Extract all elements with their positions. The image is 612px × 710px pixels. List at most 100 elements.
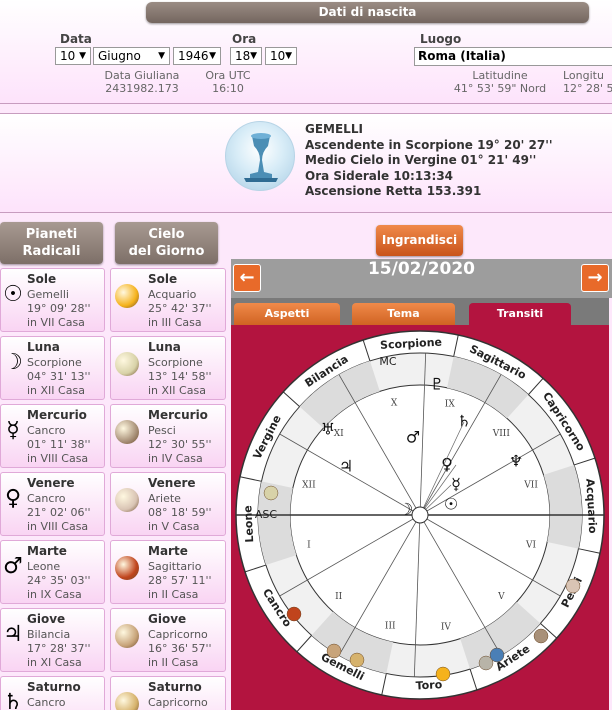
radicale-card-luna: ☽ Luna Scorpione 04° 31' 13'' in XII Casa	[0, 336, 105, 400]
date-label: Data	[60, 32, 92, 46]
planet-degree: 28° 57' 11''	[148, 574, 212, 587]
cielo-card-giove: Giove Capricorno 16° 36' 57'' in II Casa	[110, 608, 226, 672]
month-select[interactable]: Giugno ▼	[93, 47, 170, 65]
minute-select[interactable]: 10 ▼	[265, 47, 297, 65]
year-select[interactable]: 1946 ▼	[173, 47, 221, 65]
planet-degree: 25° 42' 37''	[148, 302, 212, 315]
mc-label: MC	[379, 355, 396, 368]
planet-sign: Pesci	[148, 424, 176, 437]
planet-house: in III Casa	[148, 316, 202, 329]
planet-name: Saturno	[27, 680, 81, 694]
natal-planet-glyph: ♃	[339, 457, 353, 476]
tab-tema[interactable]: Tema	[352, 303, 455, 325]
zodiac-sign-label: Toro	[415, 678, 443, 692]
planet-name: Luna	[148, 340, 181, 354]
cielo-header: Cielo del Giorno	[115, 222, 218, 264]
gemini-sign-image	[225, 121, 295, 191]
transit-planet-icon	[263, 485, 279, 501]
planet-name: Mercurio	[148, 408, 208, 422]
enlarge-button[interactable]: Ingrandisci	[376, 225, 463, 256]
planet-house: in IV Casa	[148, 452, 203, 465]
venere-glyph-icon: ♀	[4, 486, 22, 511]
radicali-header: Pianeti Radicali	[0, 222, 103, 264]
planet-degree: 19° 09' 28''	[27, 302, 91, 315]
transit-planet-icon	[286, 606, 302, 622]
mercurio-planet-icon	[115, 420, 139, 444]
planet-house: in VIII Casa	[27, 520, 89, 533]
next-date-arrow-icon[interactable]: →	[581, 264, 609, 292]
planet-degree: 08° 18' 59''	[148, 506, 212, 519]
natal-planet-glyph: ☉	[444, 495, 458, 514]
planet-name: Mercurio	[27, 408, 87, 422]
right-ascension: Ascensione Retta 153.391	[305, 184, 482, 198]
planet-name: Giove	[148, 612, 187, 626]
natal-planet-glyph: ♅	[321, 420, 335, 439]
utc-time: Ora UTC 16:10	[205, 69, 251, 95]
natal-planet-glyph: ♂	[406, 428, 420, 447]
transit-planet-icon	[349, 652, 365, 668]
marte-glyph-icon: ♂	[3, 554, 23, 579]
tab-transiti[interactable]: Transiti	[469, 303, 571, 325]
planet-name: Marte	[148, 544, 188, 558]
place-input[interactable]: Roma (Italia)	[414, 47, 612, 66]
planet-degree: 13° 14' 58''	[148, 370, 212, 383]
radicale-card-saturno: ♄ Saturno Cancro	[0, 676, 105, 710]
planet-house: in XI Casa	[27, 656, 82, 669]
giove-planet-icon	[115, 624, 139, 648]
house-number: I	[307, 540, 311, 550]
radicale-card-marte: ♂ Marte Leone 24° 35' 03'' in IX Casa	[0, 540, 105, 604]
house-number: X	[391, 398, 398, 408]
cielo-card-venere: Venere Ariete 08° 18' 59'' in V Casa	[110, 472, 226, 536]
sun-sign: GEMELLI	[305, 122, 363, 136]
cielo-card-luna: Luna Scorpione 13° 14' 58'' in XII Casa	[110, 336, 226, 400]
cielo-card-saturno: Saturno Capricorno	[110, 676, 226, 710]
house-number: IX	[445, 399, 456, 409]
planet-degree: 04° 31' 13''	[27, 370, 91, 383]
astro-wheel: LeoneCancroGemelliToroArietePesciAcquari…	[235, 330, 605, 700]
planet-house: in XII Casa	[27, 384, 85, 397]
planet-degree: 24° 35' 03''	[27, 574, 91, 587]
place-label: Luogo	[420, 32, 462, 46]
planet-house: in V Casa	[148, 520, 200, 533]
longitude: Longitu 12° 28' 5	[563, 69, 612, 95]
transit-planet-icon	[435, 666, 451, 682]
planet-sign: Sagittario	[148, 560, 202, 573]
ascendant-text: Ascendente in Scorpione 19° 20' 27''	[305, 137, 553, 152]
date-navigator: 15/02/2020 ← →	[231, 259, 612, 298]
sign-info: GEMELLI Ascendente in Scorpione 19° 20' …	[305, 122, 553, 200]
asc-label: ASC	[255, 508, 278, 521]
planet-sign: Ariete	[148, 492, 181, 505]
time-label: Ora	[232, 32, 257, 46]
planet-house: in XII Casa	[148, 384, 206, 397]
hour-select[interactable]: 18 ▼	[230, 47, 262, 65]
radicale-card-giove: ♃ Giove Bilancia 17° 28' 37'' in XI Casa	[0, 608, 105, 672]
birth-data-title: Dati di nascita	[146, 2, 589, 23]
planet-house: in II Casa	[148, 656, 199, 669]
planet-sign: Capricorno	[148, 696, 208, 709]
julian-date: Data Giuliana 2431982.173	[104, 69, 180, 95]
natal-planet-glyph: ♄	[457, 412, 471, 431]
planet-sign: Cancro	[27, 696, 66, 709]
planet-sign: Capricorno	[148, 628, 208, 641]
prev-date-arrow-icon[interactable]: ←	[233, 264, 261, 292]
cielo-card-sole: Sole Acquario 25° 42' 37'' in III Casa	[110, 268, 226, 332]
luna-planet-icon	[115, 352, 139, 376]
house-number: XI	[334, 429, 344, 439]
planet-degree: 16° 36' 57''	[148, 642, 212, 655]
saturno-glyph-icon: ♄	[3, 690, 23, 710]
venere-planet-icon	[115, 488, 139, 512]
planet-sign: Scorpione	[27, 356, 82, 369]
house-number: VI	[525, 540, 536, 550]
sidereal-time: Ora Siderale 10:13:34	[305, 168, 454, 183]
latitude: Latitudine 41° 53' 59" Nord	[453, 69, 547, 95]
house-number: V	[497, 592, 505, 602]
planet-degree: 21° 02' 06''	[27, 506, 91, 519]
planet-name: Sole	[27, 272, 57, 286]
tab-aspetti[interactable]: Aspetti	[234, 303, 340, 325]
planet-house: in VIII Casa	[27, 452, 89, 465]
cielo-card-marte: Marte Sagittario 28° 57' 11'' in II Casa	[110, 540, 226, 604]
day-select[interactable]: 10 ▼	[55, 47, 91, 65]
planet-name: Luna	[27, 340, 60, 354]
transit-planet-icon	[326, 643, 342, 659]
planet-name: Venere	[148, 476, 196, 490]
